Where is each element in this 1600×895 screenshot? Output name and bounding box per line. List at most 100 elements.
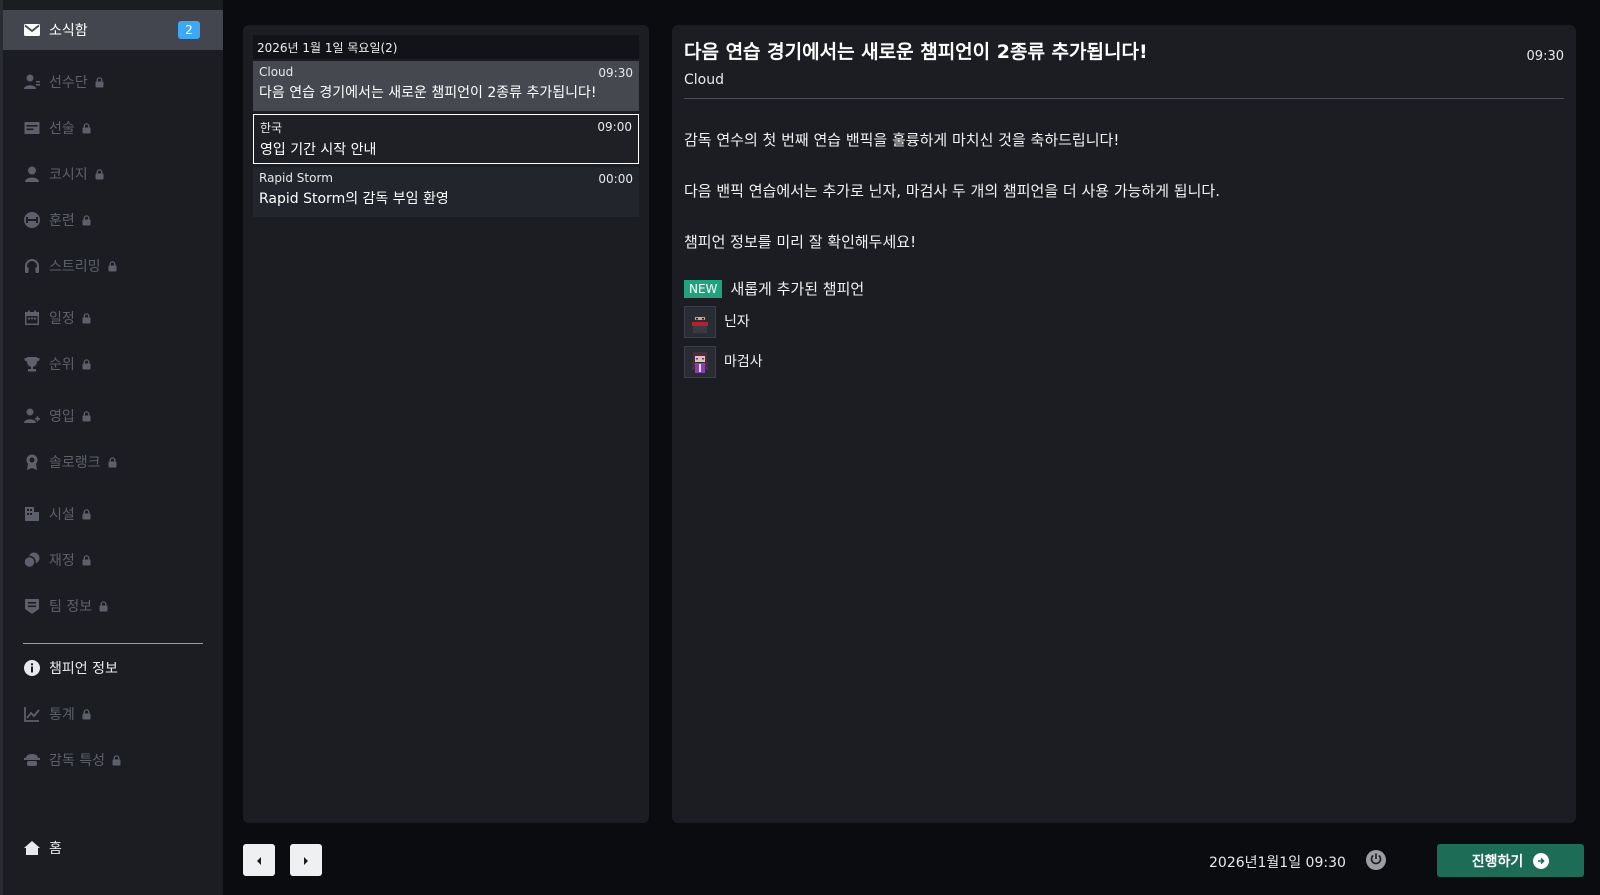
info-icon — [23, 659, 41, 677]
power-icon — [1369, 851, 1383, 870]
sidebar-item-roster[interactable]: 선수단 — [3, 62, 223, 102]
sidebar-item-label: 스트리밍 — [49, 259, 101, 275]
headset-icon — [23, 257, 41, 275]
medal-icon — [23, 453, 41, 471]
caret-left-icon — [255, 851, 263, 870]
sidebar-item-training[interactable]: 훈련 — [3, 200, 223, 240]
sidebar-item-finance[interactable]: 재정 — [3, 540, 223, 580]
message-subject: 영입 기간 시작 안내 — [260, 142, 377, 158]
proceed-label: 진행하기 — [1471, 853, 1524, 870]
mail-icon — [23, 21, 41, 39]
next-page-button[interactable] — [290, 844, 322, 876]
lock-icon — [81, 708, 92, 720]
lock-icon — [107, 260, 118, 272]
sidebar-item-ranking[interactable]: 순위 — [3, 344, 223, 384]
champion-name: 마검사 — [724, 354, 763, 370]
sidebar-item-label: 훈련 — [49, 213, 75, 229]
message-detail-panel: 다음 연습 경기에서는 새로운 챔피언이 2종류 추가됩니다! 09:30 Cl… — [672, 25, 1576, 823]
message-date-header: 2026년 1월 1일 목요일(2) — [253, 35, 639, 59]
sidebar-item-home[interactable]: 홈 — [3, 828, 223, 868]
proceed-button[interactable]: 진행하기 — [1437, 844, 1584, 877]
sidebar-item-label: 시설 — [49, 507, 75, 523]
lock-icon — [111, 754, 122, 766]
message-detail-sender: Cloud — [684, 72, 724, 88]
lock-icon — [107, 456, 118, 468]
sidebar-item-tactics[interactable]: 선술 — [3, 108, 223, 148]
sidebar: 소식함 2 선수단 선술 코시지 훈련 스트리밍 일정 순위 영입 솔로랭크 시… — [0, 0, 223, 895]
lock-icon — [94, 76, 105, 88]
champion-entry[interactable]: 닌자 — [684, 306, 1564, 338]
sidebar-item-label: 순위 — [49, 357, 75, 373]
message-item[interactable]: Rapid Storm 00:00 Rapid Storm의 감독 부임 환영 — [253, 167, 639, 217]
lock-icon — [81, 214, 92, 226]
trophy-icon — [23, 355, 41, 373]
sidebar-item-coaches[interactable]: 코시지 — [3, 154, 223, 194]
caret-right-icon — [302, 851, 310, 870]
building-icon — [23, 505, 41, 523]
lock-icon — [94, 168, 105, 180]
sidebar-item-label: 선수단 — [49, 75, 88, 91]
game-datetime: 2026년1월1일 09:30 — [1209, 855, 1346, 871]
sidebar-item-label: 소식함 — [49, 23, 88, 39]
message-item[interactable]: Cloud 09:30 다음 연습 경기에서는 새로운 챔피언이 2종류 추가됩… — [253, 61, 639, 111]
sidebar-item-streaming[interactable]: 스트리밍 — [3, 246, 223, 286]
unread-badge: 2 — [178, 21, 200, 39]
power-button[interactable] — [1366, 850, 1386, 870]
sidebar-item-label: 감독 특성 — [49, 753, 105, 769]
message-time: 09:30 — [598, 66, 633, 80]
lock-icon — [98, 600, 109, 612]
manager-icon — [23, 751, 41, 769]
sidebar-item-label: 팀 정보 — [49, 599, 93, 615]
ninja-portrait — [684, 306, 716, 338]
previous-page-button[interactable] — [243, 844, 275, 876]
sidebar-item-manager-traits[interactable]: 감독 특성 — [3, 740, 223, 780]
sidebar-item-statistics[interactable]: 통계 — [3, 694, 223, 734]
lock-icon — [81, 358, 92, 370]
message-sender: Cloud — [259, 65, 294, 79]
sidebar-item-facilities[interactable]: 시설 — [3, 494, 223, 534]
champion-name: 닌자 — [724, 314, 750, 330]
message-sender: 한국 — [260, 121, 283, 135]
sidebar-divider — [23, 643, 203, 644]
sidebar-item-label: 선술 — [49, 121, 75, 137]
detail-divider — [684, 98, 1564, 99]
sidebar-item-label: 통계 — [49, 707, 75, 723]
sidebar-item-solo-rank[interactable]: 솔로랭크 — [3, 442, 223, 482]
message-body: 감독 연수의 첫 번째 연습 밴픽을 훌륭하게 마치신 것을 축하드립니다! 다… — [684, 131, 1564, 378]
message-time: 00:00 — [598, 172, 633, 186]
new-badge: NEW — [684, 280, 723, 298]
sidebar-item-schedule[interactable]: 일정 — [3, 298, 223, 338]
message-item[interactable]: 한국 09:00 영입 기간 시작 안내 — [253, 114, 639, 164]
new-champions-header: NEW 새롭게 추가된 챔피언 — [684, 280, 1564, 298]
sidebar-item-label: 코시지 — [49, 167, 88, 183]
sidebar-item-recruit[interactable]: 영입 — [3, 396, 223, 436]
lock-icon — [81, 122, 92, 134]
message-list-panel: 2026년 1월 1일 목요일(2) Cloud 09:30 다음 연습 경기에… — [243, 25, 649, 823]
lock-icon — [81, 312, 92, 324]
new-champions-title: 새롭게 추가된 챔피언 — [730, 280, 865, 298]
sidebar-item-label: 영입 — [49, 409, 75, 425]
message-detail-title: 다음 연습 경기에서는 새로운 챔피언이 2종류 추가됩니다! — [684, 41, 1148, 63]
lock-icon — [81, 508, 92, 520]
training-icon — [23, 211, 41, 229]
sidebar-item-label: 일정 — [49, 311, 75, 327]
message-subject: Rapid Storm의 감독 부임 환영 — [259, 191, 449, 207]
sidebar-item-label: 챔피언 정보 — [49, 661, 118, 677]
coach-icon — [23, 165, 41, 183]
sidebar-item-team-info[interactable]: 팀 정보 — [3, 586, 223, 626]
champion-entry[interactable]: 마검사 — [684, 346, 1564, 378]
message-time: 09:00 — [597, 120, 632, 134]
magic-swordsman-portrait — [684, 346, 716, 378]
calendar-icon — [23, 309, 41, 327]
body-paragraph: 챔피언 정보를 미리 잘 확인해두세요! — [684, 233, 917, 251]
sidebar-item-champion-info[interactable]: 챔피언 정보 — [3, 648, 223, 688]
sidebar-item-label: 홈 — [49, 841, 62, 857]
lock-icon — [81, 410, 92, 422]
arrow-right-circle-icon — [1533, 852, 1550, 869]
tactics-icon — [23, 119, 41, 137]
message-subject: 다음 연습 경기에서는 새로운 챔피언이 2종류 추가됩니다! — [259, 85, 597, 101]
coins-icon — [23, 551, 41, 569]
sidebar-item-label: 재정 — [49, 553, 75, 569]
sidebar-item-inbox[interactable]: 소식함 2 — [3, 10, 223, 50]
message-detail-time: 09:30 — [1526, 49, 1564, 64]
